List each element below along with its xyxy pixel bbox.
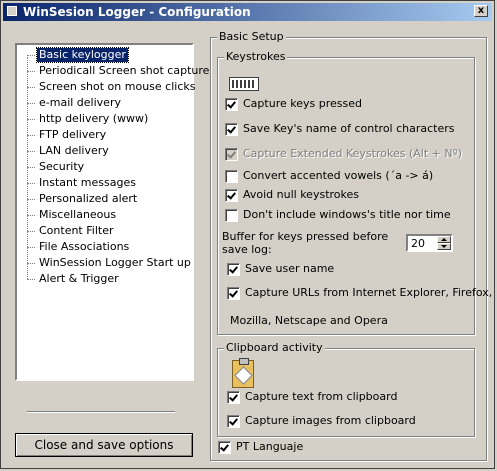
tree-item-periodic-screenshot[interactable]: Periodicall Screen shot capture — [26, 64, 211, 78]
checkbox-label: Capture text from clipboard — [245, 390, 398, 403]
checkbox-label: Capture images from clipboard — [245, 414, 416, 427]
capture-urls-continued: Mozilla, Netscape and Opera — [230, 314, 388, 327]
checkbox-box — [225, 148, 238, 161]
clipboard-label: Clipboard activity — [224, 341, 325, 354]
checkbox-box[interactable] — [227, 415, 240, 428]
tree-item-alert-trigger[interactable]: Alert & Trigger — [27, 272, 121, 286]
keyboard-icon — [229, 77, 259, 91]
checkbox-box[interactable] — [225, 98, 238, 111]
tree-item-file-associations[interactable]: File Associations — [26, 240, 131, 254]
spinner-down-arrow-icon[interactable] — [437, 243, 451, 250]
spinner-up-arrow-icon[interactable] — [437, 236, 451, 243]
checkbox-label: Save Key's name of control characters — [243, 122, 455, 135]
config-window: WinSesion Logger - Configuration x Basic… — [0, 0, 495, 469]
tree-item-miscellaneous[interactable]: Miscellaneous — [26, 208, 118, 222]
title-bar[interactable]: WinSesion Logger - Configuration x — [3, 3, 492, 21]
tree-item-screenshot-mouse-clicks[interactable]: Screen shot on mouse clicks — [26, 80, 197, 94]
window-title: WinSesion Logger - Configuration — [23, 5, 251, 19]
tree-item-lan-delivery[interactable]: LAN delivery — [27, 144, 111, 158]
app-icon — [7, 6, 17, 16]
tree-item-security[interactable]: Security — [26, 160, 86, 174]
tree-item-http-delivery[interactable]: http delivery (www) — [26, 112, 150, 126]
tree-connector-line — [27, 57, 28, 279]
tree-item-personalized-alert[interactable]: Personalized alert — [26, 192, 139, 206]
clipboard-icon — [232, 358, 254, 388]
close-and-save-button[interactable]: Close and save options — [15, 433, 193, 457]
checkbox-label: Save user name — [245, 262, 335, 275]
divider — [27, 411, 175, 413]
tree-item-basic-keylogger[interactable]: Basic keylogger — [27, 47, 129, 63]
buffer-label: Buffer for keys pressed before save log: — [222, 230, 389, 256]
checkbox-box[interactable] — [218, 441, 231, 454]
checkbox-label: Capture keys pressed — [243, 97, 362, 110]
checkbox-label: Avoid null keystrokes — [243, 188, 359, 201]
tree-item-startup[interactable]: WinSession Logger Start up — [27, 256, 193, 270]
buffer-value[interactable]: 20 — [411, 237, 425, 250]
tree-item-content-filter[interactable]: Content Filter — [27, 224, 116, 238]
keystrokes-label: Keystrokes — [224, 50, 288, 63]
checkbox-label: Capture Extended Keystrokes (Alt + Nº) — [243, 147, 463, 160]
checkbox-box[interactable] — [227, 391, 240, 404]
tree-item-instant-messages[interactable]: Instant messages — [27, 176, 138, 190]
checkbox-box[interactable] — [225, 123, 238, 136]
checkbox-box[interactable] — [227, 287, 240, 300]
options-tree[interactable]: Basic keylogger Periodicall Screen shot … — [15, 43, 209, 381]
basic-setup-label: Basic Setup — [217, 30, 286, 43]
checkbox-label: PT Languaje — [236, 440, 304, 453]
checkbox-box[interactable] — [225, 209, 238, 222]
checkbox-box[interactable] — [227, 263, 240, 276]
tree-item-ftp-delivery[interactable]: FTP delivery — [26, 128, 108, 142]
checkbox-box[interactable] — [225, 189, 238, 202]
checkbox-label: Convert accented vowels (´a -> á) — [243, 169, 434, 182]
buffer-spinner[interactable]: 20 — [406, 234, 453, 252]
checkbox-label: Don't include windows's title nor time — [243, 208, 451, 221]
checkbox-label: Capture URLs from Internet Explorer, Fir… — [245, 286, 493, 299]
close-window-button[interactable]: x — [474, 5, 488, 17]
checkbox-box[interactable] — [225, 170, 238, 183]
tree-item-email-delivery[interactable]: e-mail delivery — [27, 96, 123, 110]
